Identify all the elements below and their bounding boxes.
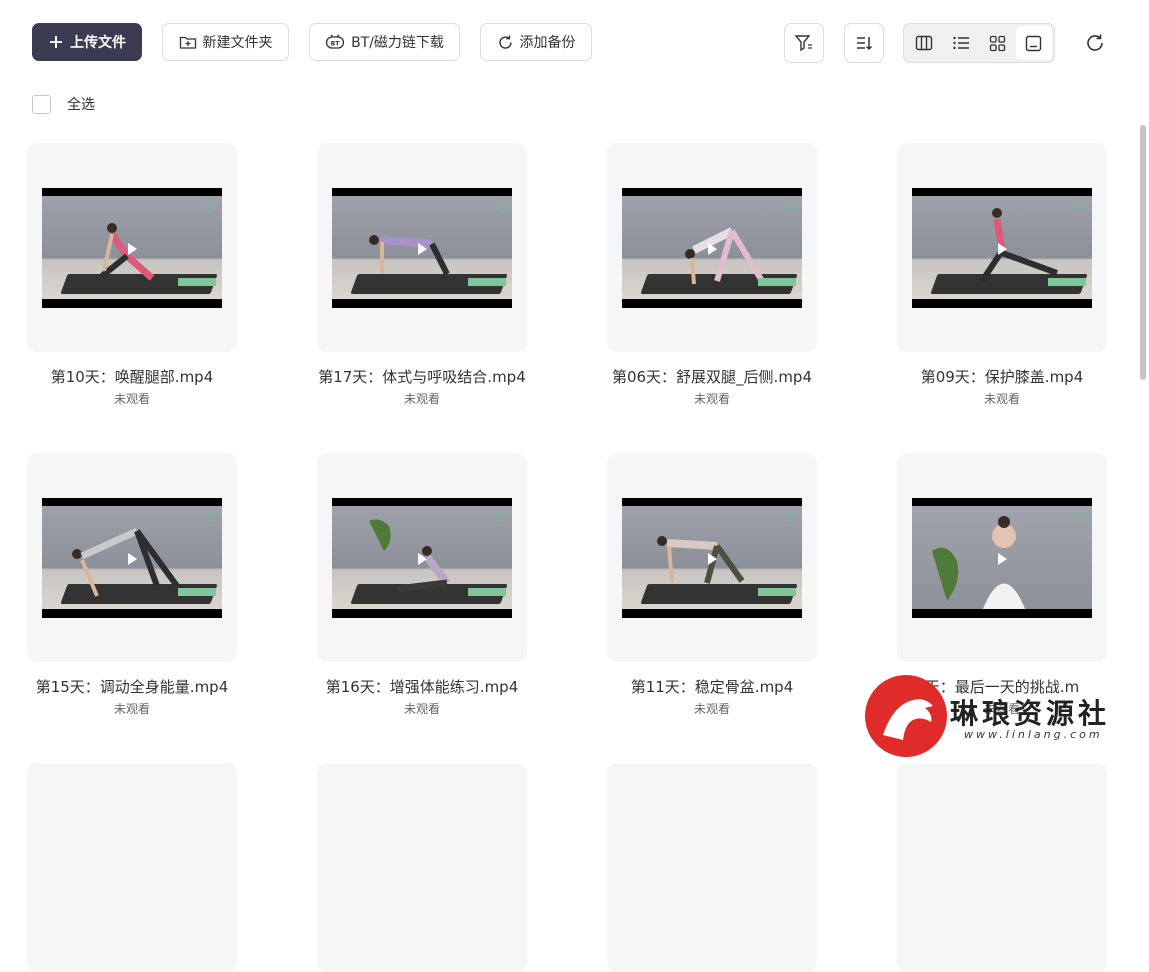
backup-icon xyxy=(498,35,512,49)
video-preview xyxy=(912,498,1092,618)
view-grid-button[interactable] xyxy=(979,26,1016,60)
play-icon xyxy=(708,243,717,255)
refresh-button[interactable] xyxy=(1082,30,1108,56)
file-card[interactable]: 第16天：增强体能练习.mp4 未观看 xyxy=(317,453,527,717)
watch-status: 未观看 xyxy=(693,702,730,716)
video-thumbnail[interactable] xyxy=(317,453,527,662)
video-thumbnail[interactable] xyxy=(317,763,527,972)
play-icon xyxy=(128,553,137,565)
video-preview xyxy=(622,188,802,308)
grid-icon xyxy=(989,35,1005,51)
plus-icon xyxy=(50,36,62,48)
play-icon xyxy=(708,553,717,565)
sort-icon xyxy=(857,37,873,51)
bt-download-label: BT/磁力链下载 xyxy=(351,35,444,51)
watch-status: 未观看 xyxy=(983,392,1020,406)
file-card[interactable]: 第10天：唤醒腿部.mp4 未观看 xyxy=(27,143,237,407)
scrollbar[interactable] xyxy=(1140,125,1146,380)
video-thumbnail[interactable] xyxy=(317,143,527,352)
watermark-text: 琳琅资源社 xyxy=(950,697,1111,730)
view-columns-button[interactable] xyxy=(906,26,943,60)
upload-label: 上传文件 xyxy=(70,35,126,51)
select-all[interactable]: 全选 xyxy=(32,94,95,114)
file-card[interactable]: 第11天：稳定骨盆.mp4 未观看 xyxy=(607,453,817,717)
video-preview xyxy=(42,498,222,618)
play-icon xyxy=(128,243,137,255)
list-icon xyxy=(953,36,969,50)
preview-icon xyxy=(1026,35,1042,51)
video-thumbnail[interactable] xyxy=(607,763,817,972)
view-preview-button[interactable] xyxy=(1015,26,1052,60)
bt-icon: BT xyxy=(325,34,345,49)
file-name[interactable]: 第16天：增强体能练习.mp4 xyxy=(312,675,532,699)
play-icon xyxy=(998,553,1007,565)
video-preview xyxy=(912,188,1092,308)
dragon-logo-icon xyxy=(865,675,947,757)
file-card[interactable] xyxy=(897,763,1107,972)
file-card[interactable]: 第09天：保护膝盖.mp4 未观看 xyxy=(897,143,1107,407)
video-thumbnail[interactable] xyxy=(27,453,237,662)
new-folder-label: 新建文件夹 xyxy=(202,35,273,51)
play-icon xyxy=(998,243,1007,255)
video-thumbnail[interactable] xyxy=(897,453,1107,662)
upload-button[interactable]: 上传文件 xyxy=(32,23,142,61)
file-card[interactable] xyxy=(27,763,237,972)
sort-button[interactable] xyxy=(844,23,884,63)
video-preview xyxy=(332,188,512,308)
video-thumbnail[interactable] xyxy=(897,763,1107,972)
filter-icon xyxy=(794,35,812,52)
video-thumbnail[interactable] xyxy=(27,763,237,972)
file-name[interactable]: 第09天：保护膝盖.mp4 xyxy=(892,365,1112,389)
columns-icon xyxy=(916,35,933,51)
yoga-figure xyxy=(369,235,450,276)
add-backup-button[interactable]: 添加备份 xyxy=(480,23,592,61)
watch-status: 未观看 xyxy=(113,702,150,716)
yoga-figure xyxy=(100,223,155,281)
bt-download-button[interactable]: BT BT/磁力链下载 xyxy=(309,23,460,61)
file-name[interactable]: 第06天：舒展双腿_后侧.mp4 xyxy=(602,365,822,389)
video-thumbnail[interactable] xyxy=(27,143,237,352)
video-thumbnail[interactable] xyxy=(607,143,817,352)
yoga-figure xyxy=(72,527,180,597)
new-folder-button[interactable]: 新建文件夹 xyxy=(162,23,289,61)
filter-button[interactable] xyxy=(784,23,824,63)
watch-status: 未观看 xyxy=(403,702,440,716)
toolbar: 上传文件 新建文件夹 BT BT/磁力链下载 添加备份 xyxy=(0,0,1149,86)
file-name[interactable]: 第15天：调动全身能量.mp4 xyxy=(22,675,242,699)
play-icon xyxy=(418,553,427,565)
yoga-figure xyxy=(657,536,745,584)
file-card[interactable] xyxy=(607,763,817,972)
svg-text:BT: BT xyxy=(331,41,341,48)
refresh-icon xyxy=(1087,34,1103,51)
file-card[interactable]: 第15天：调动全身能量.mp4 未观看 xyxy=(27,453,237,717)
add-backup-label: 添加备份 xyxy=(519,35,576,51)
video-preview xyxy=(332,498,512,618)
view-list-button[interactable] xyxy=(943,26,980,60)
file-name[interactable]: 第10天：唤醒腿部.mp4 xyxy=(22,365,242,389)
file-name[interactable]: 第11天：稳定骨盆.mp4 xyxy=(602,675,822,699)
video-preview xyxy=(42,188,222,308)
select-all-label: 全选 xyxy=(67,97,95,113)
view-mode-group xyxy=(903,23,1055,63)
folder-plus-icon xyxy=(179,36,196,49)
video-preview xyxy=(622,498,802,618)
watch-status: 未观看 xyxy=(113,392,150,406)
video-thumbnail[interactable] xyxy=(607,453,817,662)
file-card[interactable]: 第06天：舒展双腿_后侧.mp4 未观看 xyxy=(607,143,817,407)
file-card[interactable] xyxy=(317,763,527,972)
watch-status: 未观看 xyxy=(693,392,730,406)
file-card[interactable]: 第17天：体式与呼吸结合.mp4 未观看 xyxy=(317,143,527,407)
play-icon xyxy=(418,243,427,255)
watch-status: 未观看 xyxy=(403,392,440,406)
video-thumbnail[interactable] xyxy=(897,143,1107,352)
select-all-checkbox[interactable] xyxy=(32,94,51,114)
watermark: 琳琅资源社 www.linlang.com xyxy=(860,672,1130,762)
watermark-url: www.linlang.com xyxy=(964,728,1103,741)
file-name[interactable]: 第17天：体式与呼吸结合.mp4 xyxy=(312,365,532,389)
